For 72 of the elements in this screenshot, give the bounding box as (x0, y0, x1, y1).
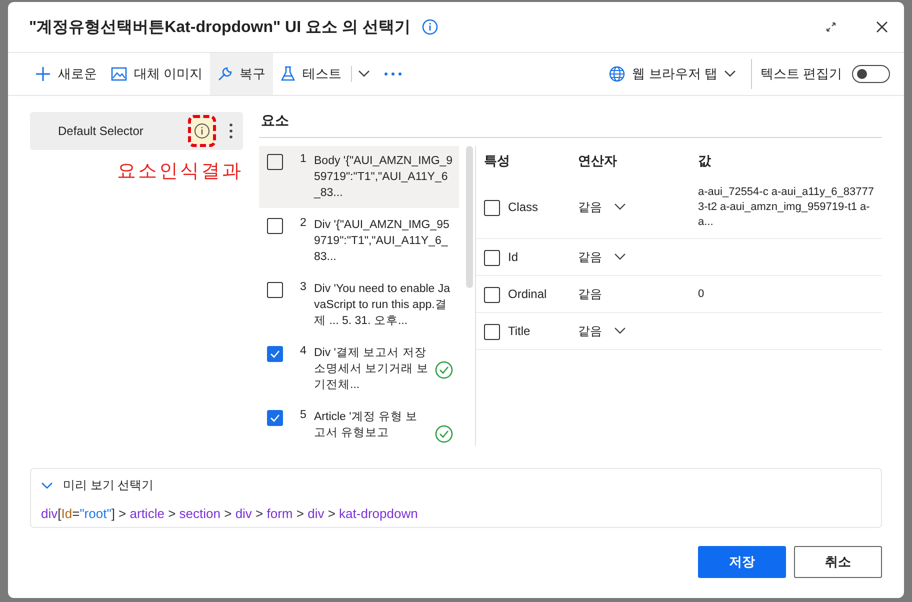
property-name: Title (508, 324, 530, 338)
checkmark-icon (270, 414, 280, 422)
property-name: Id (508, 250, 518, 264)
operator-value: 같음 (578, 248, 602, 266)
checkbox[interactable] (267, 282, 283, 298)
element-text: Div 'You need to enable JavaScript to run this app.결제 ... 5. 31. 오후... (314, 282, 452, 329)
element-item[interactable]: 5 Article '계정 유형 보고서 유형보고 (259, 402, 459, 464)
property-name: Class (508, 200, 538, 214)
info-icon[interactable] (191, 118, 213, 144)
preview-title: 미리 보기 선택기 (63, 477, 154, 494)
selector-code: div[Id="root"] > article > section > div > form > div > kat-dropdown (41, 506, 419, 521)
property-name: Ordinal (508, 287, 547, 301)
selector-item[interactable]: Default Selector (30, 112, 243, 150)
chevron-down-icon[interactable] (614, 327, 626, 335)
operator-value: 같음 (578, 286, 602, 302)
globe-icon (609, 66, 626, 82)
element-text: Div '결제 보고서 저장소명세서 보기거래 보기전체... (314, 346, 429, 393)
operator-value: 같음 (578, 198, 602, 216)
checkbox[interactable] (484, 200, 500, 216)
chevron-down-icon[interactable] (358, 70, 370, 78)
more-icon[interactable] (384, 72, 402, 76)
chevron-down-icon[interactable] (614, 203, 626, 211)
checkbox[interactable] (267, 154, 283, 170)
item-number: 2 (300, 217, 308, 229)
plus-icon (35, 66, 51, 82)
element-text: Div '{"AUI_AMZN_IMG_959719":"T1","AUI_A11Y_6_83... (314, 218, 450, 265)
toggle-switch[interactable] (852, 65, 890, 83)
browser-tab-dropdown[interactable]: 웹 브라우저 탭 (602, 53, 744, 95)
checkmark-icon (270, 350, 280, 358)
property-value: 0 (698, 286, 706, 302)
cancel-button[interactable]: 취소 (794, 546, 882, 578)
toolbar-button[interactable]: 테스트 (272, 53, 349, 95)
checkbox[interactable] (484, 324, 500, 340)
annotation-text: 요소인식결과 (117, 160, 243, 184)
checkbox[interactable] (267, 218, 283, 234)
text-editor-label: 텍스트 편집기 (760, 65, 842, 83)
checkbox[interactable] (484, 286, 500, 302)
toolbar-button[interactable]: 복구 (210, 53, 273, 95)
checkbox[interactable] (267, 346, 283, 362)
operator-value: 같음 (578, 322, 602, 340)
item-number: 4 (300, 345, 308, 357)
checkbox[interactable] (267, 410, 283, 426)
section-heading: 요소 (259, 112, 882, 138)
toolbar-button[interactable]: 대체 이미지 (104, 53, 210, 95)
expand-icon[interactable] (826, 22, 836, 32)
element-item[interactable]: 3 Div 'You need to enable JavaScript to run this app.결제 ... 5. 31. 오후... (259, 274, 459, 336)
image-icon (111, 67, 127, 81)
chevron-down-icon (724, 70, 736, 78)
item-number: 5 (300, 409, 308, 421)
element-text: Article '계정 유형 보고서 유형보고 (314, 410, 419, 441)
property-value: a-aui_72554-c a-aui_a11y_6_837773-t2 a-aui_amzn_img_959719-t1 a-a... (698, 184, 875, 230)
wrench-icon (216, 66, 233, 82)
element-item[interactable]: 4 Div '결제 보고서 저장소명세서 보기거래 보기전체... (259, 338, 459, 400)
item-number: 1 (300, 153, 308, 165)
item-number: 3 (300, 281, 308, 293)
close-icon[interactable] (876, 21, 888, 33)
chevron-down-icon[interactable] (614, 253, 626, 261)
element-text: Body '{"AUI_AMZN_IMG_959719":"T1","AUI_A11Y_6_83... (314, 154, 453, 201)
toolbar-button[interactable]: 새로운 (28, 53, 104, 95)
save-button[interactable]: 저장 (698, 546, 786, 578)
chevron-down-icon[interactable] (41, 482, 53, 490)
window-title: "계정유형선택버튼Kat-dropdown" UI 요소 의 선택기 (29, 18, 410, 38)
column-header: 연산자 (578, 152, 618, 170)
column-header: 값 (698, 152, 712, 170)
more-icon[interactable] (229, 123, 233, 139)
column-header: 특성 (484, 152, 511, 170)
element-item[interactable]: 2 Div '{"AUI_AMZN_IMG_959719":"T1","AUI_A11Y_6_83... (259, 210, 459, 272)
element-item[interactable]: 1 Body '{"AUI_AMZN_IMG_959719":"T1","AUI_A11Y_6_83... (259, 146, 459, 208)
info-icon[interactable] (422, 19, 438, 35)
flask-icon (280, 66, 296, 82)
checkbox[interactable] (484, 250, 500, 266)
scrollbar[interactable] (466, 146, 473, 288)
